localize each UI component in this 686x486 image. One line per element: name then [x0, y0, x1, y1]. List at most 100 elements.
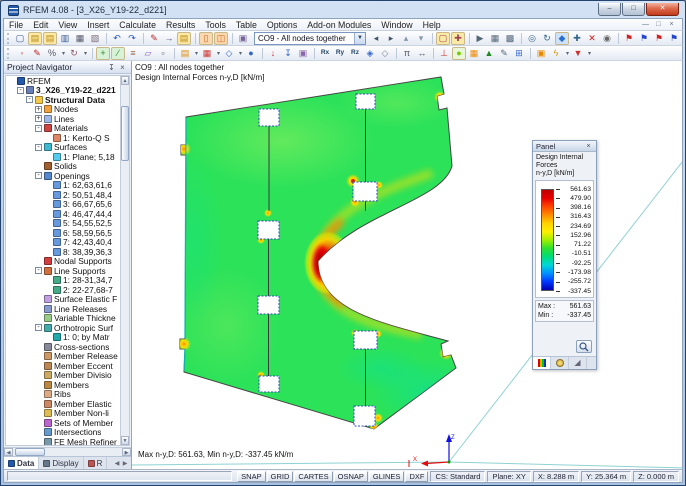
snap-button[interactable]: ◦	[15, 47, 29, 60]
minimize-button[interactable]: –	[598, 2, 621, 16]
load-combinations-button[interactable]: ↧	[281, 47, 295, 60]
tree-item-2-50-51-48-4[interactable]: 2: 50,51,48,4	[6, 190, 120, 200]
grid-button[interactable]: ▦	[200, 47, 214, 60]
tree-horizontal-scrollbar[interactable]: ◀ ▶	[4, 447, 131, 456]
view-3d-button-dropdown[interactable]: ▾	[237, 50, 244, 57]
mesh-button[interactable]: ▦	[467, 47, 481, 60]
next-load-case-button[interactable]: ▸	[384, 32, 398, 45]
collapse-icon[interactable]: -	[35, 172, 42, 180]
menu-add-on-modules[interactable]: Add-on Modules	[302, 19, 376, 30]
color-scale-button[interactable]: ▼	[571, 47, 585, 60]
collapse-icon[interactable]: -	[35, 124, 42, 132]
cancel-function-button[interactable]: ✕	[585, 32, 599, 45]
tree-item-6-58-59-56-5[interactable]: 6: 58,59,56,5	[6, 228, 120, 238]
expand-icon[interactable]: +	[35, 115, 42, 123]
split-window-button[interactable]: ◫	[214, 31, 228, 45]
panel-options-button[interactable]	[576, 340, 592, 353]
render-button[interactable]: ●	[244, 47, 258, 60]
close-button[interactable]: ✕	[646, 2, 679, 16]
menu-edit[interactable]: Edit	[28, 19, 53, 30]
tree-item-nodes[interactable]: + Nodes	[6, 104, 120, 114]
plate-surface[interactable]	[164, 76, 482, 432]
move-copy-button-dropdown[interactable]: ▾	[82, 50, 89, 57]
navigator-tab-data[interactable]: Data	[4, 457, 40, 469]
tree-item-materials[interactable]: - Materials	[6, 123, 120, 133]
display-properties-button[interactable]: ▩	[503, 32, 517, 45]
tree-item-ribs[interactable]: Ribs	[6, 389, 120, 399]
tree-item-surface-elastic-f[interactable]: Surface Elastic F	[6, 294, 120, 304]
dimension-button[interactable]: ✎	[497, 47, 511, 60]
new-surface-button[interactable]: ▱	[141, 47, 155, 60]
collapse-icon[interactable]: -	[35, 143, 42, 151]
scroll-down-icon[interactable]: ▼	[121, 436, 129, 445]
statusbar-toggle-dxf[interactable]: DXF	[405, 470, 429, 482]
show-deformation-button[interactable]: ⚑	[637, 32, 651, 45]
scroll-up-icon[interactable]: ▲	[121, 76, 129, 85]
tree-item-surfaces[interactable]: - Surfaces	[6, 142, 120, 152]
navigator-tab-display[interactable]: Display	[39, 457, 84, 469]
tab-scroll-right-icon[interactable]: ▶	[121, 460, 129, 467]
axes-button[interactable]: ⊥	[437, 47, 451, 60]
hscrollbar-thumb[interactable]	[15, 448, 45, 456]
tree-item-intersections[interactable]: Intersections	[6, 427, 120, 437]
lightning-button[interactable]: ϟ	[549, 47, 563, 60]
tree-item-rfem[interactable]: RFEM	[6, 76, 120, 86]
panel-tab-factors[interactable]	[551, 357, 569, 369]
navigator-close-icon[interactable]: ×	[117, 63, 128, 72]
collapse-icon[interactable]: -	[35, 267, 42, 275]
copy-button[interactable]: ▧	[88, 32, 102, 45]
view-3d-button[interactable]: ◇	[222, 47, 236, 60]
grid-button-dropdown[interactable]: ▾	[215, 50, 222, 57]
collapse-icon[interactable]: -	[26, 96, 33, 104]
tab-scroll-left-icon[interactable]: ◀	[113, 460, 121, 467]
panel-title-bar[interactable]: Panel ×	[533, 141, 596, 152]
first-load-case-button[interactable]: ▴	[399, 32, 413, 45]
redo-button[interactable]: ↷	[125, 32, 139, 45]
new-window-button[interactable]: ▣	[534, 47, 548, 60]
rendered-view-button[interactable]: ◆	[555, 31, 569, 45]
tree-item-4-46-47-44-4[interactable]: 4: 46,47,44,4	[6, 209, 120, 219]
tree-item-1-62-63-61-6[interactable]: 1: 62,63,61,6	[6, 180, 120, 190]
tree-vertical-scrollbar[interactable]: ▲ ▼	[120, 76, 129, 445]
menu-results[interactable]: Results	[161, 19, 200, 30]
tree-item-members[interactable]: Members	[6, 380, 120, 390]
tree-item-structural-data[interactable]: - Structural Data	[6, 95, 120, 105]
menu-help[interactable]: Help	[418, 19, 446, 30]
mdi-restore-button[interactable]: □	[652, 21, 665, 28]
new-member-button[interactable]: ≡	[126, 47, 140, 60]
panel-tab-filter[interactable]: ◢	[569, 357, 587, 369]
tree-item-7-42-43-40-4[interactable]: 7: 42,43,40,4	[6, 237, 120, 247]
toolbar-grip[interactable]	[7, 32, 10, 44]
open-project-button[interactable]: ▤	[28, 31, 42, 45]
scrollbar-thumb[interactable]	[121, 106, 129, 161]
result-diagram-button[interactable]: ●	[452, 46, 466, 60]
tree-item-fe-mesh-refiner[interactable]: FE Mesh Refiner	[6, 437, 120, 445]
navigator-tab-r[interactable]: R	[84, 457, 108, 469]
supports-button[interactable]: ▲	[482, 47, 496, 60]
tree-item-orthotropic-surf[interactable]: - Orthotropic Surf	[6, 323, 120, 333]
show-tables-button[interactable]: ▯	[199, 31, 213, 45]
select-rectangle-button[interactable]: ▫	[156, 47, 170, 60]
tree-item-line-supports[interactable]: - Line Supports	[6, 266, 120, 276]
tree-item-member-eccent[interactable]: Member Eccent	[6, 361, 120, 371]
swap-button[interactable]: ↔	[415, 47, 429, 60]
select-special-button[interactable]: ✚	[451, 31, 465, 45]
fea-model-plot[interactable]: Z X	[132, 61, 682, 469]
tree-item-openings[interactable]: - Openings	[6, 171, 120, 181]
toolbar-grip[interactable]	[7, 47, 12, 59]
lightning-button-dropdown[interactable]: ▾	[564, 50, 571, 57]
undo-button[interactable]: ↶	[110, 32, 124, 45]
select-window-button[interactable]: ▢	[436, 31, 450, 45]
tree-item-member-release[interactable]: Member Release	[6, 351, 120, 361]
statusbar-toggle-cartes[interactable]: CARTES	[294, 470, 333, 482]
new-line-button[interactable]: ∕	[111, 46, 125, 60]
pin-icon[interactable]: ↧	[106, 63, 117, 72]
view-x-button[interactable]: Rx	[318, 47, 332, 60]
loads-button[interactable]: ↓	[266, 47, 280, 60]
perspective-button[interactable]: ◇	[378, 47, 392, 60]
tree-item-5-54-55-52-5[interactable]: 5: 54,55,52,5	[6, 218, 120, 228]
chevron-down-icon[interactable]: ▼	[354, 32, 365, 44]
menu-window[interactable]: Window	[376, 19, 417, 30]
edit-mode-button[interactable]: ✎	[147, 32, 161, 45]
mdi-minimize-button[interactable]: —	[639, 21, 652, 28]
